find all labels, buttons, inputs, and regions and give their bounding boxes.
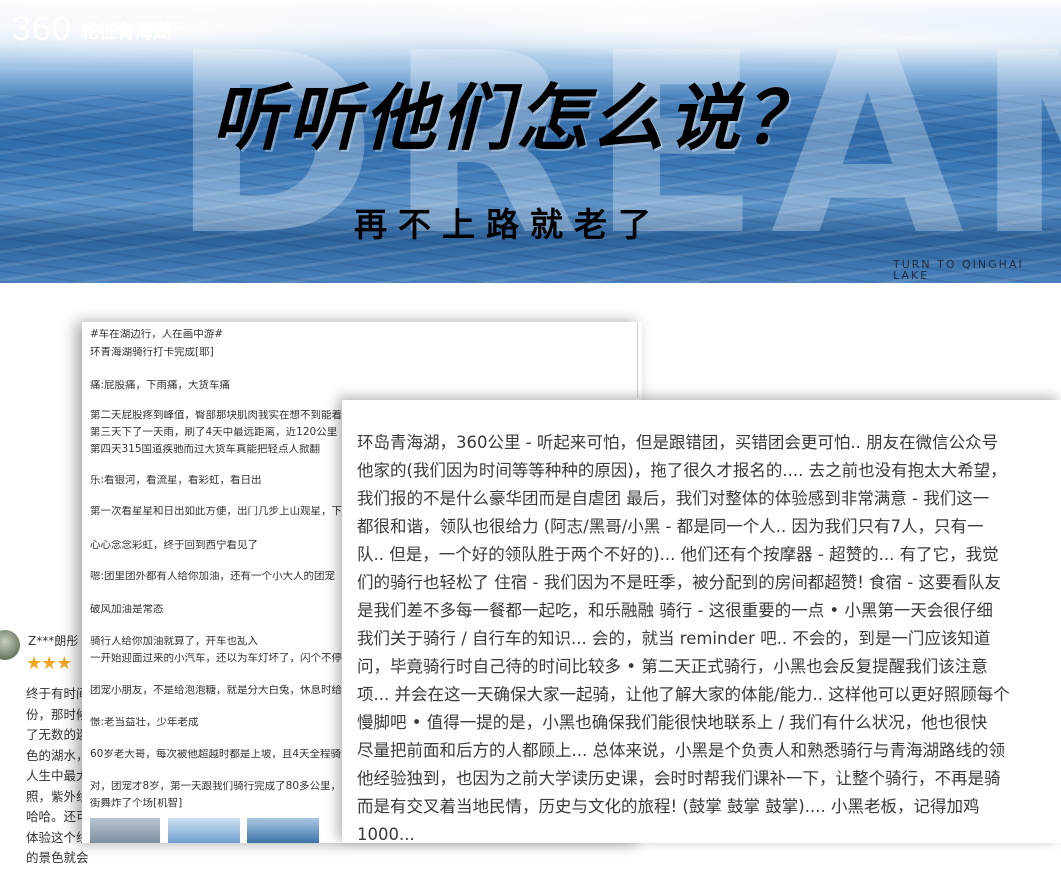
reviewer-name: Z***朗彤 [28, 634, 79, 648]
banner-headline: 听听他们怎么说？ [212, 76, 821, 160]
review-line: 我们关于骑行 / 自行车的知识... 会的，就当 reminder 吧.. 不会… [357, 629, 991, 648]
post-line: 第四天315国道疾驰而过大货车真能把轻点人掀翻 [90, 444, 321, 455]
review-line: 他家的(我们因为时间等等种种的原因)，拖了很久才报名的.... 去之前也没有抱太… [357, 461, 1007, 480]
post-line: #车在湖边行，人在画中游# [90, 329, 224, 340]
brand-logo-english: CONQUER QINGHAI LAKE [81, 14, 189, 21]
review-line: 尽量把前面和后方的人都顾上... 总体来说，小黑是个负责人和熟悉骑行与青海湖路线… [357, 741, 1005, 760]
post-line: 心心念念彩虹，终于回到西宁看见了 [90, 540, 258, 551]
post-line: 第三天下了一天雨，刷了4天中最远距离，近120公里 [90, 427, 338, 438]
brand-logo-chinese: 轮征青海湖 [81, 22, 171, 43]
post-line: 环青海湖骑行打卡完成[耶] [90, 347, 214, 358]
post-photo-thumbnail[interactable] [168, 818, 240, 843]
post-line: 痛:屁股痛，下雨痛，大货车痛 [90, 380, 231, 391]
rating-stars: ★★★ [26, 653, 72, 674]
brand-logo-number: 360 [12, 10, 72, 48]
review-line: 队.. 但是，一个好的领队胜于两个不好的)... 他们还有个按摩器 - 超赞的.… [357, 545, 999, 564]
post-line: 一开始迎面过来的小汽车，还以为车灯坏了，闪个不停 [90, 653, 342, 664]
review-line: 项... 并会在这一天确保大家一起骑，让他了解大家的体能/能力.. 这样他可以更… [357, 685, 1010, 704]
review-line: 是我们差不多每一餐都一起吃，和乐融融 骑行 - 这很重要的一点 • 小黑第一天会… [357, 601, 993, 620]
left-review-line: 的景色就会 [26, 850, 89, 865]
banner-subline: 再不上路就老了 [354, 205, 662, 244]
review-line: 1000... [357, 825, 415, 844]
review-text-body: 环岛青海湖，360公里 - 听起来可怕，但是跟错团，买错团会更可怕.. 朋友在微… [357, 429, 1061, 849]
post-line: 街舞炸了个场[机智] [90, 798, 183, 809]
banner-tagline: TURN TO QINGHAI LAKE [893, 258, 1024, 282]
review-line: 慢脚吧 • 值得一提的是，小黑也确保我们能很快地联系上 / 我们有什么状况，他也… [357, 713, 988, 732]
review-line: 他经验独到，也因为之前大学读历史课，会时时帮我们课补一下，让整个骑行，不再是骑 [357, 769, 1001, 788]
review-line: 都很和谐，领队也很给力 (阿志/黑哥/小黑 - 都是同一个人.. 因为我们只有7… [357, 517, 984, 536]
post-line: 第一次看星星和日出如此方便，出门几步上山观星，下 [90, 506, 342, 517]
post-photo-thumbnail[interactable] [247, 818, 319, 843]
post-line: 对，团宠才8岁，第一天跟我们骑行完成了80多公里， [90, 781, 342, 792]
post-photo-thumbnail[interactable] [90, 818, 160, 843]
review-line: 们的骑行也轻松了 住宿 - 我们因为不是旺季，被分配到的房间都超赞! 食宿 - … [357, 573, 1001, 592]
post-line: 第二天屁股疼到峰值，臀部那块肌肉我实在想不到能着 [90, 410, 342, 421]
post-line: 乐:看银河，看流星，看彩虹，看日出 [90, 475, 262, 486]
post-line: 60岁老大哥，每次被他超越时都是上坡，且4天全程骑 [90, 749, 342, 760]
review-line: 环岛青海湖，360公里 - 听起来可怕，但是跟错团，买错团会更可怕.. 朋友在微… [357, 433, 999, 452]
post-line: 憬:老当益壮，少年老成 [90, 717, 199, 728]
review-line: 问，毕竟骑行时自己待的时间比较多 • 第二天正式骑行，小黑也会反复提醒我们该注意 [357, 657, 988, 676]
post-line: 嗯:团里团外都有人给你加油，还有一个小大人的团宠 [90, 571, 336, 582]
post-line: 骑行人给你加油就算了，开车也乱入 [90, 636, 258, 647]
post-line: 团宠小朋友，不是给泡泡糖，就是分大白兔，休息时给 [90, 685, 342, 696]
post-line: 破风加油是常态 [90, 604, 164, 615]
review-line: 我们报的不是什么豪华团而是自虐团 最后，我们对整体的体验感到非常满意 - 我们这… [357, 489, 990, 508]
card-divider [637, 322, 638, 398]
review-line: 而是有交叉着当地民情，历史与文化的旅程! (鼓掌 鼓掌 鼓掌).... 小黑老板… [357, 797, 980, 816]
hero-banner: DREAM 360 CONQUER QINGHAI LAKE 轮征青海湖 听听他… [0, 0, 1061, 283]
